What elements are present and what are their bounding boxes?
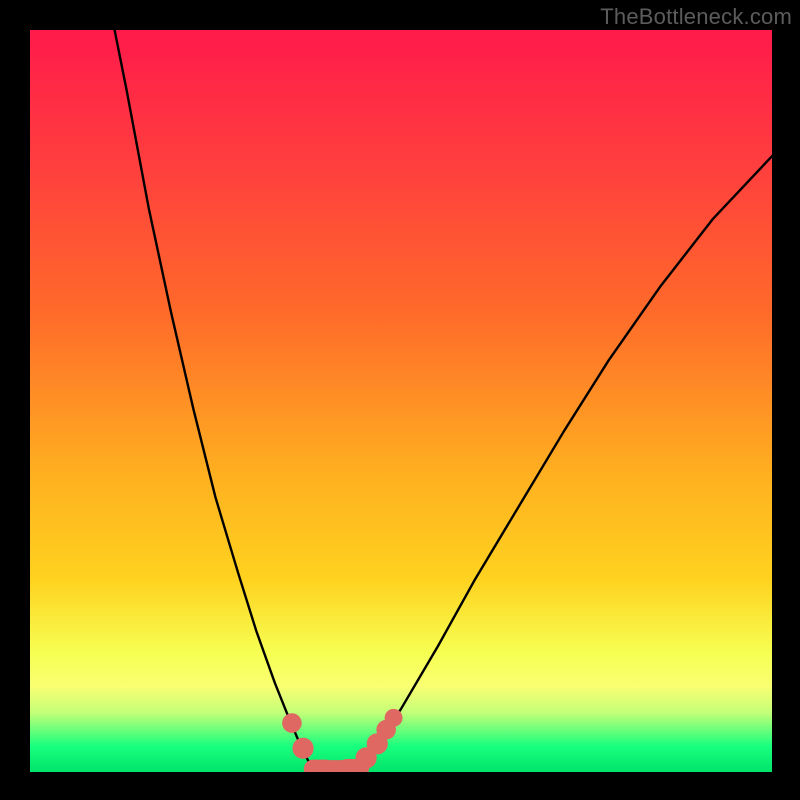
chart-svg [30, 30, 772, 772]
outer-frame: TheBottleneck.com [0, 0, 800, 800]
watermark-text: TheBottleneck.com [600, 4, 792, 30]
chart-plot-area [30, 30, 772, 772]
